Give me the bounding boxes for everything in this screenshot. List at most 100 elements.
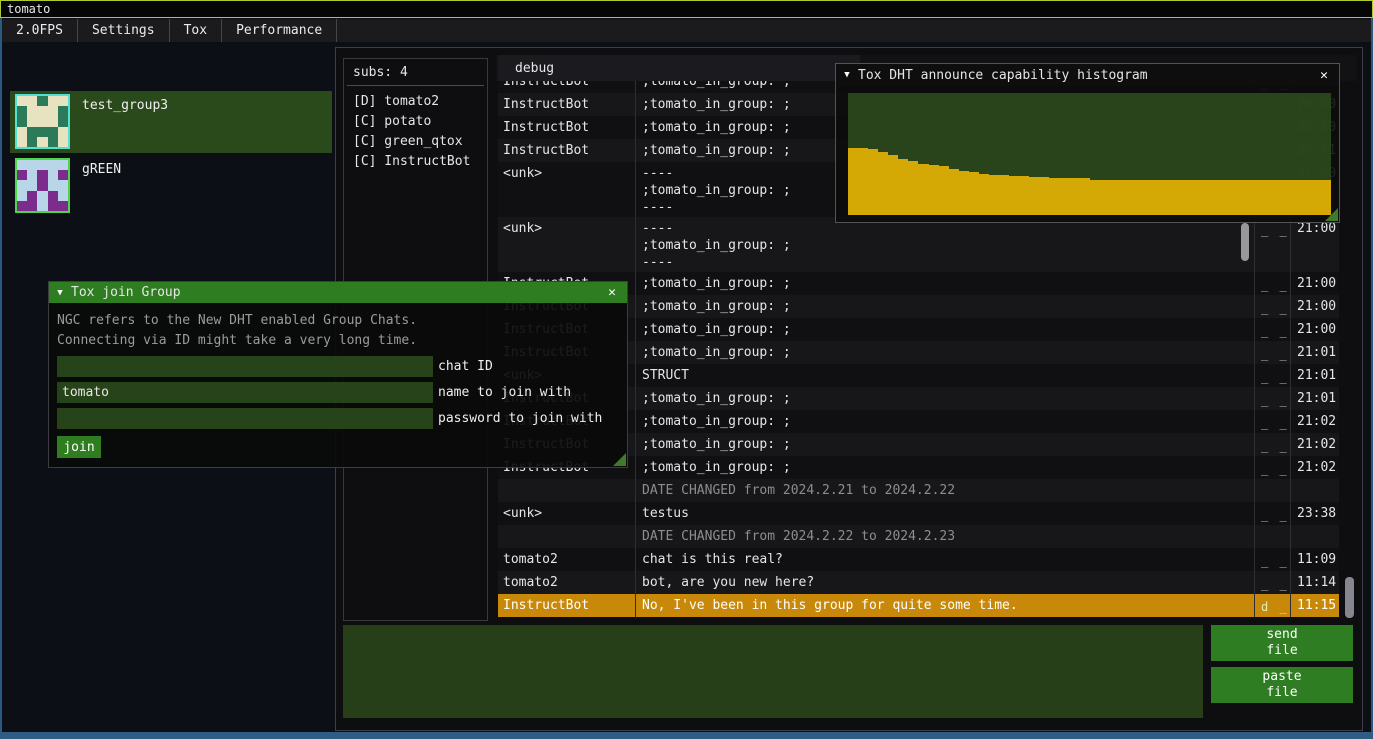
avatar-pixel — [58, 127, 68, 137]
time-cell: 21:00 — [1290, 272, 1339, 295]
avatar-pixel — [58, 116, 68, 126]
name-cell: <unk> — [498, 162, 635, 217]
scrollbar-thumb-chat[interactable] — [1345, 577, 1354, 618]
join-password-input[interactable] — [57, 408, 433, 429]
avatar-pixel — [37, 127, 47, 137]
chat-message-row[interactable]: tomato2bot, are you new here?_ _11:14 — [498, 571, 1339, 594]
histogram-bar — [1261, 180, 1271, 215]
members-separator — [347, 85, 484, 86]
message-cell: ---- ;tomato_in_group: ; ---- — [635, 217, 1254, 272]
tab-debug-label: debug — [498, 61, 554, 76]
message-cell: ;tomato_in_group: ; — [635, 433, 1254, 456]
join-name-input[interactable] — [57, 382, 433, 403]
name-cell: InstructBot — [498, 116, 635, 139]
avatar-pixel — [27, 96, 37, 106]
avatar-pixel — [27, 137, 37, 147]
message-cell: ;tomato_in_group: ; — [635, 341, 1254, 364]
avatar-pixel — [58, 137, 68, 147]
time-cell: 21:01 — [1290, 341, 1339, 364]
paste-file-button[interactable]: paste file — [1211, 667, 1353, 703]
chat-message-row[interactable]: <unk>---- ;tomato_in_group: ; ----_ _21:… — [498, 217, 1339, 272]
histogram-bar — [1281, 180, 1291, 215]
name-cell: <unk> — [498, 217, 635, 272]
avatar-pixel — [58, 96, 68, 106]
chat-message-row[interactable]: <unk>testus_ _23:38 — [498, 502, 1339, 525]
member-item-green_qtox[interactable]: [C] green_qtox — [353, 132, 483, 152]
collapse-icon[interactable]: ▼ — [836, 70, 858, 80]
chat-message-row[interactable]: tomato2chat is this real?_ _11:09 — [498, 548, 1339, 571]
member-item-instructbot[interactable]: [C] InstructBot — [353, 152, 483, 172]
menubar: 2.0FPSSettingsToxPerformance — [2, 19, 1371, 42]
time-cell: 21:02 — [1290, 433, 1339, 456]
avatar-pixel — [37, 137, 47, 147]
join-button[interactable]: join — [57, 436, 101, 458]
time-cell: 21:01 — [1290, 387, 1339, 410]
histogram-bar — [1110, 180, 1120, 215]
histogram-window[interactable]: ▼ Tox DHT announce capability histogram … — [835, 63, 1340, 223]
member-item-tomato2[interactable]: [D] tomato2 — [353, 92, 483, 112]
group-avatar — [15, 94, 70, 149]
time-cell — [1290, 479, 1339, 502]
join-group-titlebar[interactable]: ▼ Tox join Group ✕ — [49, 282, 627, 303]
histogram-titlebar[interactable]: ▼ Tox DHT announce capability histogram … — [836, 64, 1339, 86]
group-name: gREEN — [82, 162, 121, 177]
scrollbar-thumb-messages[interactable] — [1241, 223, 1249, 261]
avatar-pixel — [27, 127, 37, 137]
avatar-pixel — [48, 180, 58, 190]
chat-date-row[interactable]: DATE CHANGED from 2024.2.22 to 2024.2.23 — [498, 525, 1339, 548]
chat-message-row[interactable]: InstructBotNo, I've been in this group f… — [498, 594, 1339, 617]
message-cell: bot, are you new here? — [635, 571, 1254, 594]
message-cell: ;tomato_in_group: ; — [635, 410, 1254, 433]
histogram-bar — [888, 155, 898, 215]
tab-debug[interactable]: debug — [498, 55, 860, 81]
flags-cell: d _ — [1254, 594, 1290, 617]
menu-item-tox[interactable]: Tox — [170, 19, 222, 42]
date-change-text: DATE CHANGED from 2024.2.22 to 2024.2.23 — [635, 525, 1254, 548]
name-cell: <unk> — [498, 502, 635, 525]
menu-item-settings[interactable]: Settings — [78, 19, 170, 42]
histogram-bar — [918, 164, 928, 215]
avatar-pixel — [48, 170, 58, 180]
group-item-test_group3[interactable]: test_group3 — [10, 91, 332, 153]
member-item-potato[interactable]: [C] potato — [353, 112, 483, 132]
group-item-green[interactable]: gREEN — [10, 155, 332, 217]
close-icon[interactable]: ✕ — [1315, 68, 1333, 83]
collapse-icon[interactable]: ▼ — [49, 288, 71, 298]
histogram-bar — [1291, 180, 1301, 215]
resize-grip-icon[interactable] — [1325, 208, 1338, 221]
flags-cell: _ _ — [1254, 341, 1290, 364]
resize-grip-icon[interactable] — [613, 453, 626, 466]
close-icon[interactable]: ✕ — [603, 285, 621, 300]
avatar-pixel — [58, 170, 68, 180]
histogram-bar — [1009, 176, 1019, 215]
histogram-bar — [1200, 180, 1210, 215]
avatar-pixel — [17, 191, 27, 201]
flags-cell: _ _ — [1254, 217, 1290, 272]
time-cell: 21:00 — [1290, 318, 1339, 341]
ngc-info-line-1: NGC refers to the New DHT enabled Group … — [57, 311, 627, 331]
join-group-body: NGC refers to the New DHT enabled Group … — [49, 303, 627, 458]
histogram-bar — [949, 169, 959, 215]
avatar-pixel — [48, 127, 58, 137]
chat-id-label: chat ID — [438, 359, 493, 374]
chat-id-input[interactable] — [57, 356, 433, 377]
join-group-window[interactable]: ▼ Tox join Group ✕ NGC refers to the New… — [48, 281, 628, 468]
avatar-pixel — [17, 116, 27, 126]
avatar-pixel — [17, 106, 27, 116]
avatar-pixel — [17, 201, 27, 211]
flags-cell: _ _ — [1254, 387, 1290, 410]
name-cell: InstructBot — [498, 93, 635, 116]
histogram-bar — [868, 149, 878, 215]
avatar-pixel — [17, 127, 27, 137]
message-input[interactable] — [343, 625, 1203, 718]
send-file-button[interactable]: send file — [1211, 625, 1353, 661]
message-cell: ;tomato_in_group: ; — [635, 456, 1254, 479]
histogram-bar — [898, 159, 908, 215]
histogram-bar — [1140, 180, 1150, 215]
chat-date-row[interactable]: DATE CHANGED from 2024.2.21 to 2024.2.22 — [498, 479, 1339, 502]
message-cell: No, I've been in this group for quite so… — [635, 594, 1254, 617]
os-titlebar[interactable]: tomato — [0, 0, 1373, 18]
avatar-pixel — [17, 170, 27, 180]
menu-item-performance[interactable]: Performance — [222, 19, 337, 42]
histogram-bar — [1271, 180, 1281, 215]
